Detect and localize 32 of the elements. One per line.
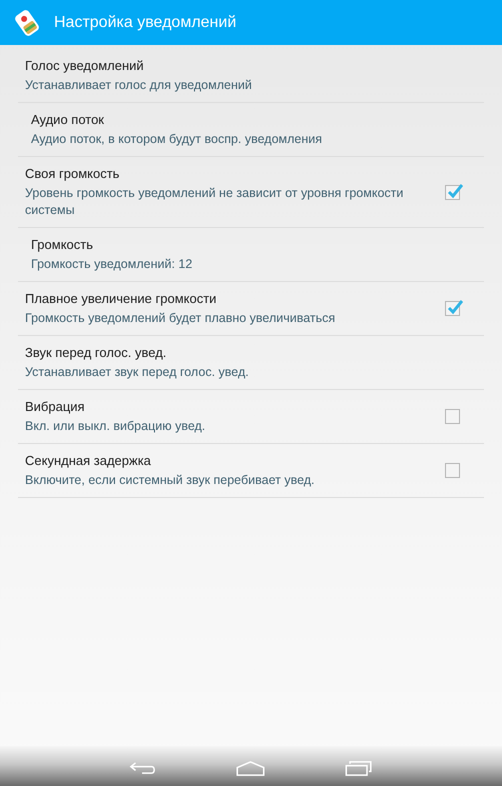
- setting-title: Звук перед голос. увед.: [25, 344, 168, 362]
- setting-summary: Устанавливает голос для уведомлений: [25, 77, 253, 94]
- setting-row[interactable]: Вибрация Вкл. или выкл. вибрацию увед.: [18, 390, 484, 444]
- setting-summary: Устанавливает звук перед голос. увед.: [25, 364, 250, 381]
- home-icon[interactable]: [235, 760, 266, 776]
- setting-title: Громкость: [31, 236, 94, 254]
- setting-title: Секундная задержка: [25, 452, 152, 470]
- setting-row[interactable]: Звук перед голос. увед. Устанавливает звук перед голос. увед.: [18, 336, 484, 390]
- setting-title: Аудио поток: [31, 111, 105, 129]
- setting-row[interactable]: Плавное увеличение громкости Громкость уведомлений будет плавно увеличиваться: [18, 282, 484, 336]
- checkbox[interactable]: [445, 409, 460, 424]
- setting-summary: Вкл. или выкл. вибрацию увед.: [25, 418, 206, 435]
- setting-title: Вибрация: [25, 398, 86, 416]
- setting-row[interactable]: Аудио поток Аудио поток, в котором будут воспр. уведомления: [18, 103, 484, 157]
- checkbox[interactable]: [445, 301, 460, 316]
- setting-title: Голос уведомлений: [25, 57, 145, 75]
- recent-apps-icon[interactable]: [344, 760, 373, 776]
- setting-row[interactable]: Своя громкость Уровень громкость уведомлений не зависит от уровня громкости системы: [18, 157, 484, 228]
- setting-title: Своя громкость: [25, 165, 120, 183]
- setting-summary: Аудио поток, в котором будут воспр. уведомления: [31, 131, 324, 148]
- checkbox[interactable]: [445, 184, 460, 200]
- setting-row[interactable]: Громкость Громкость уведомлений: 12: [18, 228, 484, 282]
- setting-row[interactable]: Секундная задержка Включите, если системный звук перебивает увед.: [18, 444, 484, 498]
- setting-summary: Громкость уведомлений будет плавно увеличиваться: [25, 310, 336, 327]
- screen-title: Настройка уведомлений: [54, 12, 236, 32]
- setting-title: Плавное увеличение громкости: [25, 290, 218, 308]
- setting-row[interactable]: Голос уведомлений Устанавливает голос для уведомлений: [18, 49, 484, 103]
- checkbox[interactable]: [445, 463, 460, 478]
- setting-summary: Включите, если системный звук перебивает увед.: [25, 472, 316, 489]
- back-icon[interactable]: [129, 760, 157, 776]
- setting-summary: Уровень громкость уведомлений не зависит от уровня громкости системы: [25, 185, 404, 219]
- setting-summary: Громкость уведомлений: 12: [31, 256, 194, 273]
